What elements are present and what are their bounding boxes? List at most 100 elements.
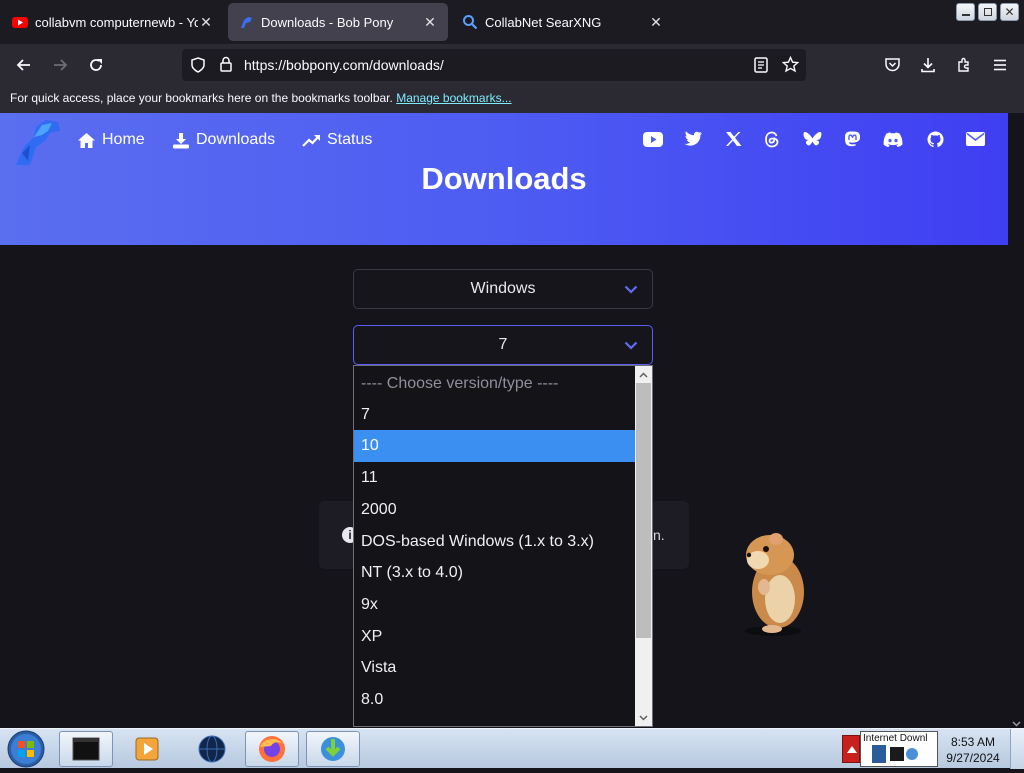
page-scrollbar[interactable] — [1008, 113, 1024, 728]
clock-date: 9/27/2024 — [946, 751, 1000, 765]
discord-icon[interactable] — [882, 128, 904, 150]
download-manager-icon — [321, 737, 345, 761]
threads-icon[interactable] — [761, 128, 783, 150]
tab-title: collabvm computernewb - You — [35, 14, 198, 30]
url-bar[interactable]: https://bobpony.com/downloads/ — [182, 49, 806, 81]
extensions-button[interactable] — [952, 53, 976, 77]
dropdown-option[interactable]: XP — [354, 621, 635, 653]
twitter-icon[interactable] — [682, 128, 704, 150]
restore-button[interactable] — [978, 3, 997, 21]
version-select[interactable]: 7 — [353, 325, 653, 365]
taskbar-app-media-player[interactable] — [120, 731, 174, 767]
dropdown-option[interactable]: 11 — [354, 462, 635, 494]
download-icon — [921, 58, 935, 73]
firefox-icon — [259, 736, 285, 762]
nav-home-label: Home — [102, 131, 145, 148]
forward-button[interactable] — [48, 53, 72, 77]
menu-button[interactable] — [988, 53, 1012, 77]
bookmarks-toolbar: For quick access, place your bookmarks h… — [0, 86, 1024, 113]
youtube-icon — [12, 14, 28, 30]
github-icon[interactable] — [924, 128, 946, 150]
dropdown-option[interactable]: 9x — [354, 589, 635, 621]
taskbar-app-download-manager[interactable] — [306, 731, 360, 767]
shield-icon[interactable] — [190, 57, 206, 78]
bookmarks-message: For quick access, place your bookmarks h… — [10, 91, 393, 105]
tab-close-icon[interactable]: ✕ — [422, 14, 438, 31]
hamburger-icon — [994, 59, 1006, 71]
scroll-up-arrow-icon[interactable] — [635, 366, 652, 383]
dropdown-scrollbar[interactable] — [635, 366, 652, 726]
home-icon — [78, 132, 95, 148]
taskbar-app-terminal[interactable] — [59, 731, 113, 767]
terminal-icon — [72, 737, 100, 761]
x-icon[interactable] — [722, 128, 744, 150]
os-select[interactable]: Windows — [353, 269, 653, 309]
tab-youtube[interactable]: collabvm computernewb - You ✕ — [2, 3, 224, 41]
close-window-button[interactable]: ✕ — [1000, 3, 1019, 21]
dropdown-option[interactable]: 7 — [354, 399, 635, 431]
dropdown-scroll-thumb[interactable] — [636, 383, 651, 638]
back-arrow-icon — [16, 59, 30, 71]
reload-button[interactable] — [84, 53, 108, 77]
tab-title: Downloads - Bob Pony — [261, 14, 394, 30]
youtube-icon[interactable] — [642, 128, 664, 150]
taskbar: Internet Downl 8:53 AM 9/27/2024 — [0, 728, 1024, 770]
os-select-value: Windows — [470, 280, 536, 297]
hamster-mascot-image — [728, 527, 818, 642]
lock-icon[interactable] — [219, 56, 233, 77]
start-button[interactable] — [6, 730, 46, 773]
trend-icon — [302, 134, 320, 147]
dropdown-option[interactable]: Vista — [354, 652, 635, 684]
show-desktop-button[interactable] — [1010, 729, 1024, 769]
tab-close-icon[interactable]: ✕ — [648, 14, 664, 31]
tab-searxng[interactable]: CollabNet SearXNG ✕ — [452, 3, 674, 41]
dropdown-option[interactable]: 8.0 — [354, 684, 635, 716]
taskbar-app-firefox[interactable] — [245, 731, 299, 767]
tab-downloads[interactable]: Downloads - Bob Pony ✕ — [228, 3, 448, 41]
tab-close-icon[interactable]: ✕ — [198, 14, 214, 31]
dropdown-option[interactable]: NT (3.x to 4.0) — [354, 557, 635, 589]
version-select-value: 7 — [498, 336, 508, 353]
manage-bookmarks-link[interactable]: Manage bookmarks... — [396, 91, 511, 105]
page-content: Home Downloads Status Downloads Windows … — [0, 113, 1008, 728]
search-icon — [462, 14, 478, 30]
nav-status-label: Status — [327, 131, 373, 148]
dropdown-option[interactable]: 2000 — [354, 494, 635, 526]
email-icon[interactable] — [964, 128, 986, 150]
back-button[interactable] — [12, 53, 36, 77]
bluesky-icon[interactable] — [801, 128, 823, 150]
bobpony-icon — [238, 14, 254, 30]
nav-downloads[interactable]: Downloads — [172, 128, 275, 152]
globe-icon — [198, 735, 226, 763]
tray-app-icon[interactable] — [870, 743, 920, 770]
downloads-button[interactable] — [916, 53, 940, 77]
pocket-button[interactable] — [880, 53, 904, 77]
tray-notification-icon[interactable] — [842, 735, 860, 763]
dropdown-option-placeholder[interactable]: ---- Choose version/type ---- — [354, 368, 635, 400]
mastodon-icon[interactable] — [841, 128, 863, 150]
version-dropdown-list: ---- Choose version/type ---- 7 10 11 20… — [353, 365, 653, 727]
nav-home[interactable]: Home — [77, 128, 145, 152]
pocket-icon — [884, 58, 900, 72]
reader-view-icon[interactable] — [754, 57, 768, 78]
bookmark-star-icon[interactable] — [781, 55, 800, 78]
navigation-toolbar: https://bobpony.com/downloads/ — [0, 44, 1024, 86]
forward-arrow-icon — [54, 59, 68, 71]
minimize-button[interactable] — [956, 3, 975, 21]
puzzle-icon — [958, 57, 969, 72]
scroll-down-arrow-icon[interactable] — [635, 709, 652, 726]
reload-icon — [90, 59, 102, 71]
dropdown-option[interactable]: DOS-based Windows (1.x to 3.x) — [354, 526, 635, 558]
download-icon — [173, 132, 189, 148]
tab-strip: collabvm computernewb - You ✕ Downloads … — [0, 0, 1024, 44]
chevron-down-icon — [624, 341, 638, 350]
site-header: Home Downloads Status Downloads — [0, 113, 1008, 245]
nav-status[interactable]: Status — [302, 128, 372, 152]
system-clock[interactable]: 8:53 AM 9/27/2024 — [940, 734, 1006, 766]
taskbar-app-globe[interactable] — [185, 731, 239, 767]
chevron-down-icon — [624, 285, 638, 294]
clock-time: 8:53 AM — [950, 735, 996, 749]
nav-downloads-label: Downloads — [196, 131, 276, 148]
dropdown-option-highlighted[interactable]: 10 — [354, 430, 635, 462]
page-title: Downloads — [421, 161, 587, 196]
